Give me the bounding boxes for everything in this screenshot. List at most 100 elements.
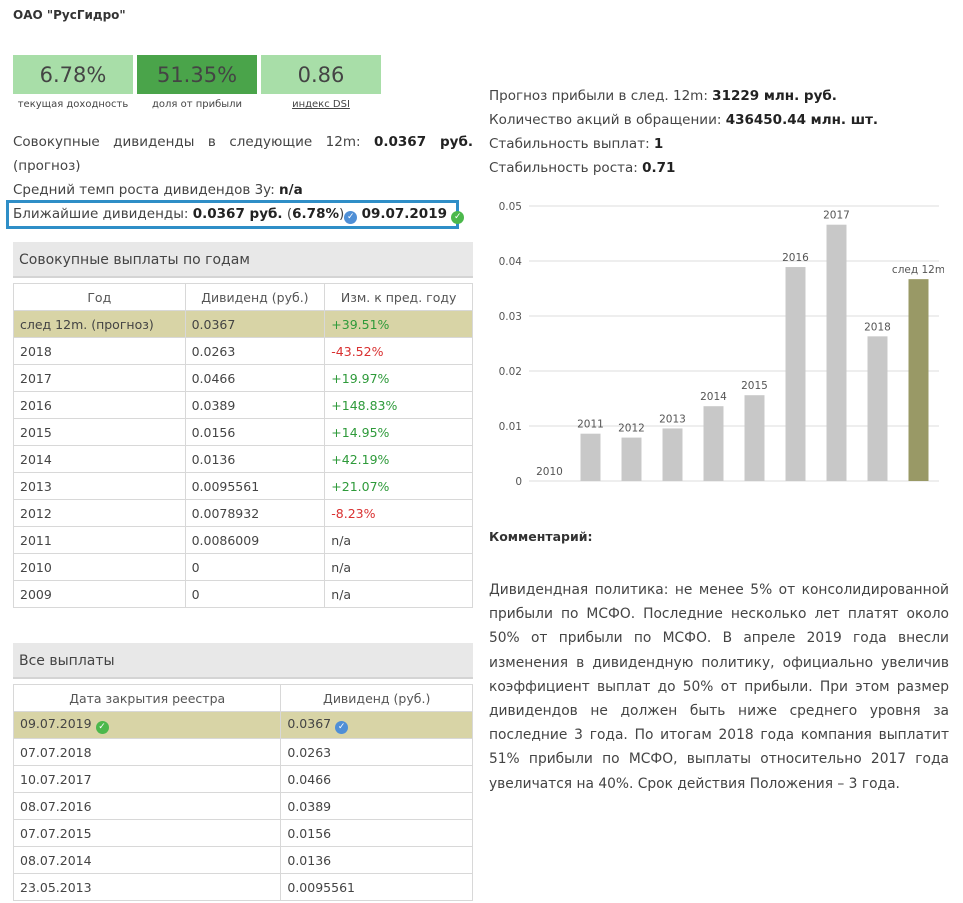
- year-cell: след 12m. (прогноз): [13, 310, 186, 338]
- dividend-growth-label: Средний темп роста дивидендов 3y:: [13, 182, 275, 198]
- year-cell: 2018: [13, 337, 186, 365]
- table-row: 2012 0.0078932 -8.23%: [13, 499, 473, 527]
- change-cell: +21.07%: [324, 472, 473, 500]
- payout-stability-label: Стабильность выплат:: [489, 136, 650, 152]
- change-cell: +39.51%: [324, 310, 473, 338]
- bar-label: 2015: [741, 380, 768, 392]
- record-date-text: 08.07.2016: [20, 798, 92, 814]
- year-cell: 2014: [13, 445, 186, 473]
- y-tick-label: 0.03: [499, 311, 522, 323]
- current-yield-caption: текущая доходность: [17, 99, 129, 110]
- change-cell: +14.95%: [324, 418, 473, 446]
- bar: [662, 428, 683, 481]
- bar: [621, 437, 642, 481]
- total-dividends-label: Совокупные дивиденды в следующие 12m:: [13, 134, 361, 150]
- col-dividend: Дивиденд (руб.): [184, 283, 326, 311]
- comment-title: Комментарий:: [489, 529, 593, 544]
- record-date-cell: 07.07.2018: [12, 738, 282, 766]
- bar-label: 2016: [782, 252, 809, 264]
- change-cell: n/a: [324, 580, 473, 608]
- record-date-cell: 08.07.2016: [12, 792, 282, 820]
- table-row: 2014 0.0136 +42.19%: [13, 445, 473, 473]
- bar-label: 2014: [700, 391, 727, 403]
- yearly-dividends-table: Год Дивиденд (руб.) Изм. к пред. году сл…: [13, 283, 473, 608]
- table-row: 23.05.2013 0.0095561: [12, 873, 473, 901]
- record-date-cell: 08.07.2014: [12, 846, 282, 874]
- shares-value: 436450.44 млн. шт.: [725, 112, 879, 128]
- dividend-growth-line: Средний темп роста дивидендов 3y: n/a: [13, 182, 303, 198]
- record-date-text: 09.07.2019: [20, 716, 92, 731]
- dsi-index-value: 0.86: [297, 62, 345, 87]
- dividend-cell: 0: [184, 553, 326, 581]
- dsi-index-link[interactable]: индекс DSI: [292, 99, 350, 110]
- confirmed-check-icon: ✓: [451, 211, 465, 224]
- record-date-text: 07.07.2018: [20, 744, 92, 760]
- change-cell: +19.97%: [324, 364, 473, 392]
- comment-text: Дивидендная политика: не менее 5% от кон…: [489, 582, 949, 792]
- payments-section-title: Все выплаты: [13, 643, 473, 679]
- dividend-cell: 0: [184, 580, 326, 608]
- record-date-cell: 10.07.2017: [12, 765, 282, 793]
- growth-stability-label: Стабильность роста:: [489, 160, 638, 176]
- dividend-growth-value: n/a: [279, 182, 303, 198]
- bar-label: 2011: [577, 419, 604, 431]
- table-row: 2015 0.0156 +14.95%: [13, 418, 473, 446]
- payment-dividend-text: 0.0263: [287, 744, 332, 760]
- nearest-dividend-yield: 6.78%: [292, 206, 339, 222]
- current-yield-value: 6.78%: [39, 62, 107, 87]
- change-cell: -43.52%: [324, 337, 473, 365]
- payment-dividend-text: 0.0136: [287, 852, 332, 868]
- table-row: 2009 0 n/a: [13, 580, 473, 608]
- table-row: 10.07.2017 0.0466: [12, 765, 473, 793]
- payment-dividend-cell: 0.0466: [280, 765, 473, 793]
- payout-share-value: 51.35%: [156, 62, 238, 87]
- payment-dividend-cell: 0.0389: [280, 792, 473, 820]
- total-dividends-value: 0.0367 руб.: [374, 134, 473, 150]
- bar-label: 2017: [823, 210, 850, 222]
- profit-forecast-value: 31229 млн. руб.: [712, 88, 837, 104]
- record-date-text: 10.07.2017: [20, 771, 92, 787]
- bar-label: след 12m: [892, 264, 944, 276]
- confirmed-check-icon: ✓: [95, 721, 109, 734]
- y-tick-label: 0: [515, 476, 522, 488]
- info-check-icon: ✓: [344, 211, 358, 224]
- change-cell: +148.83%: [324, 391, 473, 419]
- dividend-cell: 0.0389: [184, 391, 326, 419]
- change-cell: n/a: [324, 526, 473, 554]
- table-row: 2016 0.0389 +148.83%: [13, 391, 473, 419]
- table-row: 2017 0.0466 +19.97%: [13, 364, 473, 392]
- dividend-cell: 0.0466: [184, 364, 326, 392]
- dividend-cell: 0.0095561: [184, 472, 326, 500]
- year-cell: 2015: [13, 418, 186, 446]
- year-cell: 2012: [13, 499, 186, 527]
- table-row: след 12m. (прогноз) 0.0367 +39.51%: [13, 310, 473, 338]
- table-row: 2011 0.0086009 n/a: [13, 526, 473, 554]
- table-row: 08.07.2014 0.0136: [12, 846, 473, 874]
- y-tick-label: 0.02: [499, 366, 522, 378]
- company-title: ОАО "РусГидро": [13, 8, 126, 22]
- table-row: 2018 0.0263 -43.52%: [13, 337, 473, 365]
- dividend-cell: 0.0263: [184, 337, 326, 365]
- payment-dividend-cell: 0.0095561: [280, 873, 473, 901]
- year-cell: 2011: [13, 526, 186, 554]
- dividend-cell: 0.0367: [184, 310, 326, 338]
- table-row: 08.07.2016 0.0389: [12, 792, 473, 820]
- bar-label: 2018: [864, 321, 891, 333]
- dividend-cell: 0.0086009: [184, 526, 326, 554]
- nearest-dividend-box: Ближайшие дивиденды: 0.0367 руб. (6.78%)…: [6, 200, 465, 229]
- nearest-dividend-date: 09.07.2019: [361, 206, 447, 222]
- current-yield-box: 6.78%: [13, 55, 133, 94]
- profit-forecast-line: Прогноз прибыли в след. 12m: 31229 млн. …: [489, 88, 837, 104]
- dividend-cell: 0.0136: [184, 445, 326, 473]
- total-dividends-line: Совокупные дивиденды в следующие 12m: 0.…: [13, 134, 473, 150]
- year-cell: 2016: [13, 391, 186, 419]
- growth-stability-line: Стабильность роста: 0.71: [489, 160, 675, 176]
- payment-dividend-cell: 0.0263: [280, 738, 473, 766]
- bar: [826, 224, 847, 481]
- total-dividends-note: (прогноз): [13, 158, 81, 174]
- payment-dividend-cell: 0.0136: [280, 846, 473, 874]
- y-tick-label: 0.04: [499, 256, 523, 268]
- yearly-section-title: Совокупные выплаты по годам: [13, 242, 473, 278]
- change-cell: n/a: [324, 553, 473, 581]
- dividend-cell: 0.0156: [184, 418, 326, 446]
